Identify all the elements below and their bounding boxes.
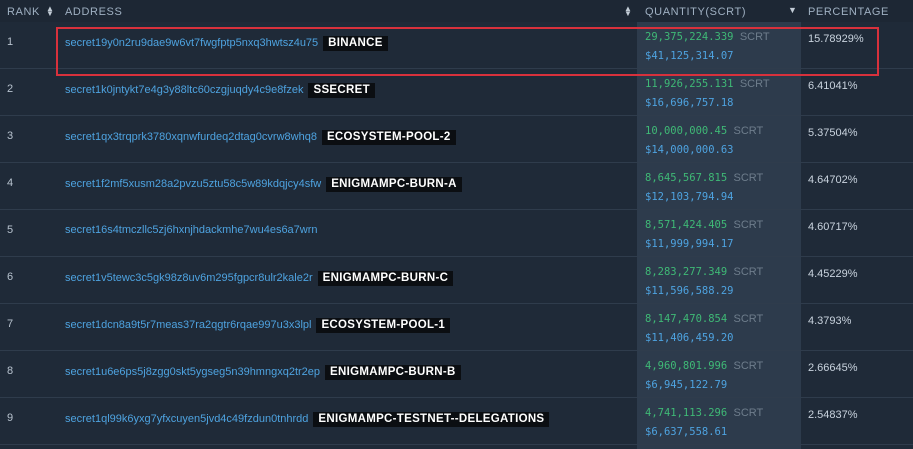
address-link[interactable]: secret1v5tewc3c5gk98z8uv6m295fgpcr8ulr2k… bbox=[65, 271, 454, 286]
address-text[interactable]: secret16s4tmczllc5zj6hxnjhdackmhe7wu4es6… bbox=[65, 224, 318, 236]
quantity-cell: 4,741,113.296 SCRT bbox=[645, 407, 763, 419]
usd-value: $11,596,588.29 bbox=[645, 285, 734, 297]
header-rank[interactable]: RANK bbox=[7, 6, 40, 18]
address-text[interactable]: secret1u6e6ps5j8zgg0skt5ygseg5n39hmngxq2… bbox=[65, 366, 320, 378]
quantity-unit: SCRT bbox=[739, 31, 770, 43]
quantity-unit: SCRT bbox=[733, 266, 764, 278]
usd-value: $41,125,314.07 bbox=[645, 50, 734, 62]
rank-cell: 3 bbox=[7, 130, 14, 142]
usd-value: $16,696,757.18 bbox=[645, 97, 734, 109]
quantity-value: 4,960,801.996 bbox=[645, 360, 728, 372]
table-row: 3 secret1qx3trqprk3780xqnwfurdeq2dtag0cv… bbox=[0, 116, 913, 163]
address-tag: ENIGMAMPC-BURN-C bbox=[317, 271, 454, 286]
address-link[interactable]: secret16s4tmczllc5zj6hxnjhdackmhe7wu4es6… bbox=[65, 224, 318, 236]
percentage-cell: 5.37504% bbox=[808, 127, 858, 139]
quantity-cell: 8,571,424.405 SCRT bbox=[645, 219, 763, 231]
percentage-cell: 15.78929% bbox=[808, 33, 864, 45]
quantity-unit: SCRT bbox=[733, 125, 764, 137]
rank-cell: 9 bbox=[7, 412, 14, 424]
sort-updown-icon[interactable]: ▲ ▼ bbox=[46, 5, 55, 18]
address-link[interactable]: secret1k0jntykt7e4g3y88ltc60czgjuqdy4c9e… bbox=[65, 83, 375, 98]
quantity-cell: 8,147,470.854 SCRT bbox=[645, 313, 763, 325]
header-address: ADDRESS bbox=[65, 6, 123, 18]
address-text[interactable]: secret1v5tewc3c5gk98z8uv6m295fgpcr8ulr2k… bbox=[65, 272, 313, 284]
quantity-value: 11,926,255.131 bbox=[645, 78, 734, 90]
quantity-cell: 10,000,000.45 SCRT bbox=[645, 125, 763, 137]
quantity-value: 29,375,224.339 bbox=[645, 31, 734, 43]
rank-cell: 6 bbox=[7, 271, 14, 283]
address-tag: ENIGMAMPC-TESTNET--DELEGATIONS bbox=[313, 412, 550, 427]
header-percentage[interactable]: PERCENTAGE bbox=[808, 6, 889, 18]
quantity-cell: 11,926,255.131 SCRT bbox=[645, 78, 770, 90]
address-tag: BINANCE bbox=[323, 36, 388, 51]
quantity-value: 8,147,470.854 bbox=[645, 313, 728, 325]
address-text[interactable]: secret1dcn8a9t5r7meas37ra2qgtr6rqae997u3… bbox=[65, 319, 311, 331]
header-quantity[interactable]: QUANTITY(SCRT) bbox=[645, 6, 746, 18]
quantity-cell: 8,645,567.815 SCRT bbox=[645, 172, 763, 184]
address-link[interactable]: secret1dcn8a9t5r7meas37ra2qgtr6rqae997u3… bbox=[65, 318, 451, 333]
address-link[interactable]: secret19y0n2ru9dae9w6vt7fwgfptp5nxq3hwts… bbox=[65, 36, 388, 51]
table-header: RANK ▲ ▼ ADDRESS ▲ ▼ QUANTITY(SCRT) ▼ PERC… bbox=[0, 0, 913, 22]
quantity-unit: SCRT bbox=[733, 313, 764, 325]
rank-cell: 4 bbox=[7, 177, 14, 189]
table-row: 4 secret1f2mf5xusm28a2pvzu5ztu58c5w89kdq… bbox=[0, 163, 913, 210]
usd-value: $14,000,000.63 bbox=[645, 144, 734, 156]
address-tag: ENIGMAMPC-BURN-B bbox=[325, 365, 461, 380]
quantity-unit: SCRT bbox=[733, 360, 764, 372]
usd-value: $12,103,794.94 bbox=[645, 191, 734, 203]
table-row: 6 secret1v5tewc3c5gk98z8uv6m295fgpcr8ulr… bbox=[0, 257, 913, 304]
quantity-cell: 8,283,277.349 SCRT bbox=[645, 266, 763, 278]
percentage-cell: 2.66645% bbox=[808, 362, 858, 374]
address-text[interactable]: secret1f2mf5xusm28a2pvzu5ztu58c5w89kdqjc… bbox=[65, 178, 321, 190]
usd-value: $11,999,994.17 bbox=[645, 238, 734, 250]
quantity-value: 8,283,277.349 bbox=[645, 266, 728, 278]
holders-table: RANK ▲ ▼ ADDRESS ▲ ▼ QUANTITY(SCRT) ▼ PERC… bbox=[0, 0, 913, 449]
table-row: 5 secret16s4tmczllc5zj6hxnjhdackmhe7wu4e… bbox=[0, 210, 913, 257]
quantity-value: 10,000,000.45 bbox=[645, 125, 728, 137]
table-row: 1 secret19y0n2ru9dae9w6vt7fwgfptp5nxq3hw… bbox=[0, 22, 913, 69]
quantity-unit: SCRT bbox=[739, 78, 770, 90]
quantity-value: 8,645,567.815 bbox=[645, 172, 728, 184]
percentage-cell: 4.60717% bbox=[808, 221, 858, 233]
usd-value: $6,637,558.61 bbox=[645, 426, 728, 438]
address-text[interactable]: secret19y0n2ru9dae9w6vt7fwgfptp5nxq3hwts… bbox=[65, 37, 318, 49]
quantity-cell: 29,375,224.339 SCRT bbox=[645, 31, 770, 43]
table-row: 9 secret1ql99k6yxg7yfxcuyen5jvd4c49fzdun… bbox=[0, 398, 913, 445]
table-row: 8 secret1u6e6ps5j8zgg0skt5ygseg5n39hmngx… bbox=[0, 351, 913, 398]
quantity-value: 4,741,113.296 bbox=[645, 407, 728, 419]
address-text[interactable]: secret1ql99k6yxg7yfxcuyen5jvd4c49fzdun0t… bbox=[65, 413, 308, 425]
percentage-cell: 4.45229% bbox=[808, 268, 858, 280]
rank-cell: 2 bbox=[7, 83, 14, 95]
address-tag: ECOSYSTEM-POOL-2 bbox=[321, 130, 456, 145]
quantity-value: 8,571,424.405 bbox=[645, 219, 728, 231]
address-link[interactable]: secret1f2mf5xusm28a2pvzu5ztu58c5w89kdqjc… bbox=[65, 177, 462, 192]
quantity-unit: SCRT bbox=[733, 407, 764, 419]
rank-cell: 7 bbox=[7, 318, 14, 330]
address-text[interactable]: secret1qx3trqprk3780xqnwfurdeq2dtag0cvrw… bbox=[65, 131, 317, 143]
percentage-cell: 2.54837% bbox=[808, 409, 858, 421]
percentage-cell: 6.41041% bbox=[808, 80, 858, 92]
rank-cell: 8 bbox=[7, 365, 14, 377]
address-tag: ENIGMAMPC-BURN-A bbox=[326, 177, 462, 192]
rank-cell: 5 bbox=[7, 224, 14, 236]
percentage-cell: 4.3793% bbox=[808, 315, 852, 327]
rank-cell: 1 bbox=[7, 36, 14, 48]
percentage-cell: 4.64702% bbox=[808, 174, 858, 186]
sort-down-icon[interactable]: ▼ bbox=[788, 6, 798, 15]
usd-value: $11,406,459.20 bbox=[645, 332, 734, 344]
address-tag: ECOSYSTEM-POOL-1 bbox=[316, 318, 451, 333]
address-link[interactable]: secret1u6e6ps5j8zgg0skt5ygseg5n39hmngxq2… bbox=[65, 365, 461, 380]
address-link[interactable]: secret1qx3trqprk3780xqnwfurdeq2dtag0cvrw… bbox=[65, 130, 456, 145]
usd-value: $6,945,122.79 bbox=[645, 379, 728, 391]
address-tag: SSECRET bbox=[308, 83, 375, 98]
quantity-unit: SCRT bbox=[733, 219, 764, 231]
quantity-unit: SCRT bbox=[733, 172, 764, 184]
sort-updown-icon[interactable]: ▲ ▼ bbox=[624, 5, 633, 18]
table-row: 2 secret1k0jntykt7e4g3y88ltc60czgjuqdy4c… bbox=[0, 69, 913, 116]
address-link[interactable]: secret1ql99k6yxg7yfxcuyen5jvd4c49fzdun0t… bbox=[65, 412, 550, 427]
table-row: 7 secret1dcn8a9t5r7meas37ra2qgtr6rqae997… bbox=[0, 304, 913, 351]
address-text[interactable]: secret1k0jntykt7e4g3y88ltc60czgjuqdy4c9e… bbox=[65, 84, 303, 96]
quantity-cell: 4,960,801.996 SCRT bbox=[645, 360, 763, 372]
